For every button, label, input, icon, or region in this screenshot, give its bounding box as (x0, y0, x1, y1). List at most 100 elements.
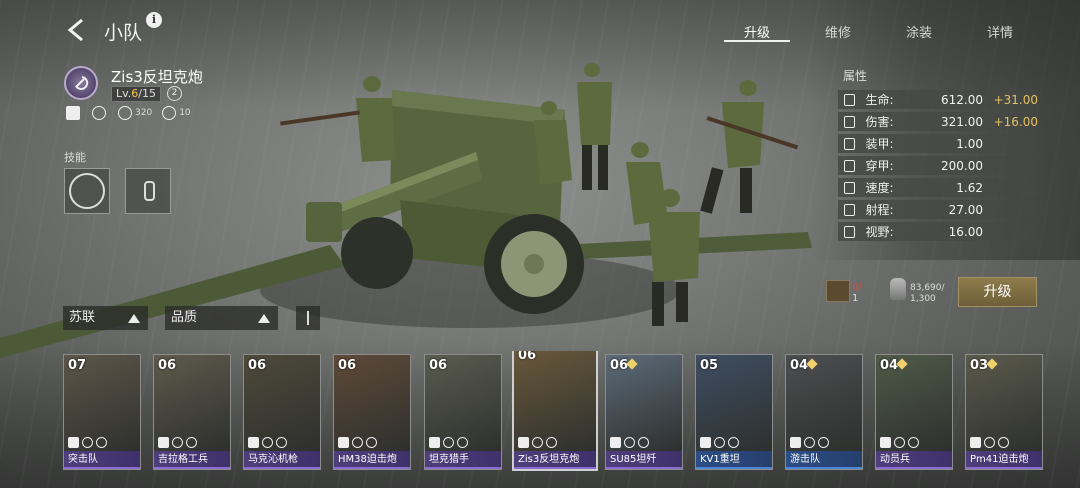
resource2-need: 1,300 (910, 294, 936, 304)
unit-card-tags (158, 437, 200, 448)
flag-icon (186, 437, 197, 448)
flag-icon (457, 437, 468, 448)
unit-card[interactable]: 06 马克沁机枪 (243, 354, 321, 470)
unit-card-list[interactable]: 07 突击队 06 吉拉格工兵 06 马克沁机枪 06 HM38迫击炮 06 坦克猎手 06 Zis3… (63, 351, 1080, 471)
resource1-have: 0/ (852, 282, 862, 293)
faction-filter-dropdown[interactable]: 苏联 (63, 306, 148, 330)
info-icon[interactable]: i (146, 12, 162, 28)
attr-row-vision: 视野: 16.00 (838, 222, 1038, 241)
attr-value: 321.00 (941, 114, 984, 129)
unit-name: Zis3反坦克炮 (111, 68, 203, 86)
attr-value: 27.00 (948, 202, 984, 217)
shell-resource-icon (890, 278, 906, 300)
unit-card[interactable]: 05 KV1重坦 (695, 354, 773, 470)
unit-card-level: 06 (610, 358, 629, 373)
unit-type-icon (610, 437, 621, 448)
unit-card-tags (700, 437, 742, 448)
flag-icon (96, 437, 107, 448)
unit-card-level: 06 (518, 351, 537, 363)
unit-card-tags (338, 437, 380, 448)
unit-card-name: 游击队 (786, 451, 862, 469)
count-icon (262, 437, 273, 448)
unit-card-level: 03 (970, 358, 989, 373)
shell-icon (144, 181, 155, 201)
unit-card-level: 06 (248, 358, 267, 373)
upgrade-button[interactable]: 升级 (958, 277, 1037, 307)
unit-card[interactable]: 03 Pm41迫击炮 (965, 354, 1043, 470)
flag-icon (728, 437, 739, 448)
attr-row-range: 射程: 27.00 (838, 200, 1038, 219)
unit-card-tags (610, 437, 652, 448)
tab-paint[interactable]: 涂装 (886, 22, 952, 42)
range-icon (844, 203, 856, 216)
level-max: /15 (138, 87, 156, 100)
attr-name: 穿甲: (865, 159, 894, 173)
unit-card[interactable]: 04 动员兵 (875, 354, 953, 470)
triangle-up-icon (258, 314, 270, 323)
unit-card-tags (880, 437, 922, 448)
unit-card-name: Pm41迫击炮 (966, 451, 1042, 469)
level-prefix: Lv. (116, 87, 132, 100)
supply-value: 320 (135, 108, 153, 118)
flag-icon (546, 437, 557, 448)
speed-icon (844, 181, 856, 194)
count-icon (172, 437, 183, 448)
unit-type-icon (66, 106, 80, 120)
unit-card-level: 06 (338, 358, 357, 373)
quality-filter-dropdown[interactable]: 品质 (165, 306, 278, 330)
attr-name: 生命: (865, 93, 894, 107)
vision-icon (844, 225, 856, 238)
hp-icon (844, 93, 856, 106)
damage-icon (844, 115, 856, 128)
unit-type-icon (880, 437, 891, 448)
skill-slot-2[interactable] (125, 168, 171, 214)
unit-card[interactable]: 06 HM38迫击炮 (333, 354, 411, 470)
resource1-amount: 0/ 1 (852, 282, 862, 304)
unit-card-name: 突击队 (64, 451, 140, 469)
penetration-icon (844, 159, 856, 172)
attr-row-damage: 伤害: 321.00 +16.00 (838, 112, 1038, 131)
unit-card[interactable]: 06 吉拉格工兵 (153, 354, 231, 470)
tab-bar: 升级 维修 涂装 详情 (724, 22, 1048, 42)
unit-card[interactable]: 06 Zis3反坦克炮 (512, 351, 598, 471)
back-arrow-icon[interactable] (62, 16, 90, 44)
unit-card-name: 马克沁机枪 (244, 451, 320, 469)
unit-card[interactable]: 04 游击队 (785, 354, 863, 470)
sort-toggle-button[interactable] (296, 306, 320, 330)
flag-icon (818, 437, 829, 448)
unit-card-level: 04 (880, 358, 899, 373)
unit-card-level: 07 (68, 358, 87, 373)
skills-label: 技能 (64, 151, 86, 164)
unit-card-tags (790, 437, 832, 448)
attr-name: 伤害: (865, 115, 894, 129)
unit-card[interactable]: 07 突击队 (63, 354, 141, 470)
unit-card-name: Zis3反坦克炮 (514, 451, 596, 469)
quality-filter-label: 品质 (171, 310, 198, 325)
unit-card-level: 06 (429, 358, 448, 373)
attr-bonus: +31.00 (993, 92, 1038, 107)
attr-row-penetration: 穿甲: 200.00 (838, 156, 1038, 175)
unit-type-icon (518, 437, 529, 448)
unit-type-icon (970, 437, 981, 448)
unit-card-tags (429, 437, 471, 448)
attributes-list: 生命: 612.00 +31.00 伤害: 321.00 +16.00 装甲: … (838, 90, 1038, 244)
unit-card-name: SU85坦歼 (606, 451, 682, 469)
triangle-up-icon (128, 314, 140, 323)
unit-card-tags (248, 437, 290, 448)
resource1-need: 1 (852, 293, 859, 304)
skill-slot-1[interactable] (64, 168, 110, 214)
count-icon (82, 437, 93, 448)
unit-card[interactable]: 06 坦克猎手 (424, 354, 502, 470)
unit-card-level: 06 (158, 358, 177, 373)
tab-repair[interactable]: 维修 (805, 22, 871, 42)
unit-card-level: 04 (790, 358, 809, 373)
tab-upgrade[interactable]: 升级 (724, 22, 790, 42)
unit-card[interactable]: 06 SU85坦歼 (605, 354, 683, 470)
flag-icon (908, 437, 919, 448)
resource2-amount: 83,690/ 1,300 (910, 283, 945, 305)
flag-icon (638, 437, 649, 448)
unit-card-name: 动员兵 (876, 451, 952, 469)
page-title: 小队 (104, 22, 143, 44)
soldier-icon (162, 106, 177, 120)
tab-details[interactable]: 详情 (967, 22, 1033, 42)
